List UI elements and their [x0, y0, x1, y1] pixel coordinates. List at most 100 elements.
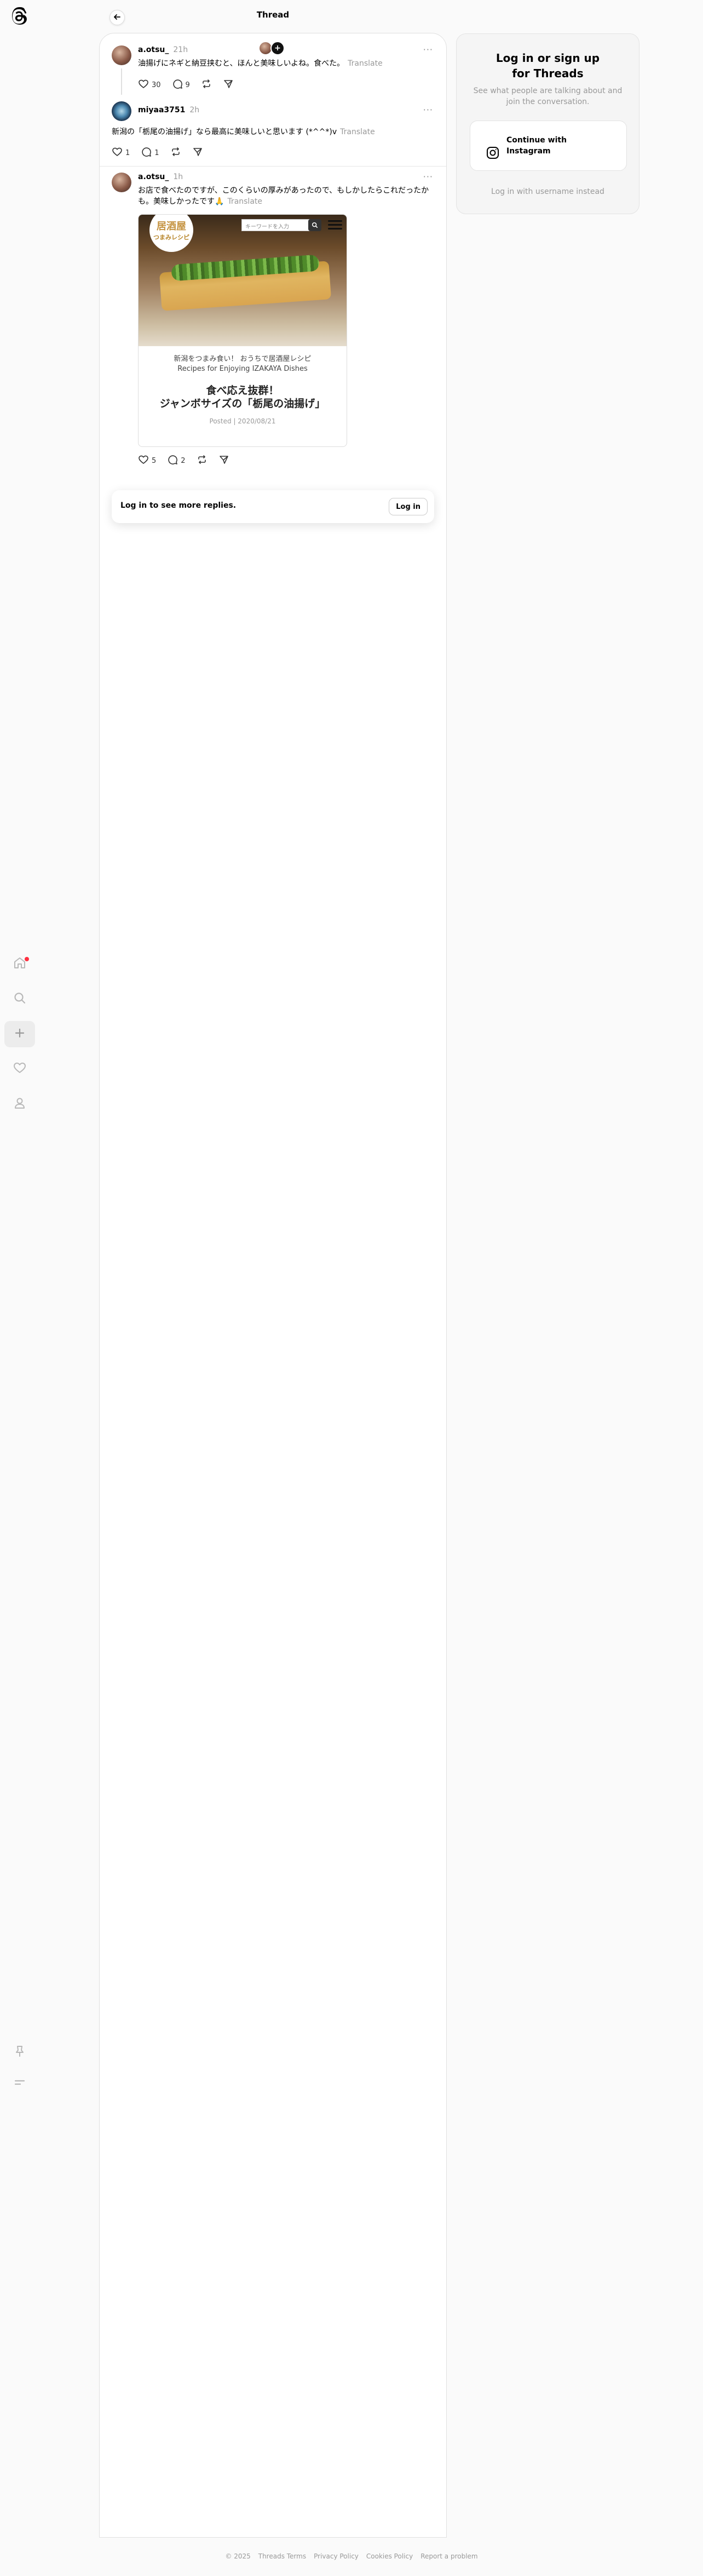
- heart-icon: [138, 78, 149, 91]
- card-title-line2: ジャンボサイズの「栃尾の油揚げ」: [159, 398, 326, 410]
- search-icon: [13, 991, 27, 1007]
- reply-button[interactable]: 1: [141, 146, 159, 159]
- link-preview-wrapper: 居酒屋 つまみレシピ キーワードを入力 新潟をつまみ食い！ おうちで居酒屋レシピ…: [100, 214, 446, 447]
- link-preview-card[interactable]: 居酒屋 つまみレシピ キーワードを入力 新潟をつまみ食い！ おうちで居酒屋レシピ…: [138, 214, 347, 447]
- post-actions: 1 1: [112, 146, 203, 159]
- page-title: Thread: [256, 10, 290, 20]
- search-icon: [308, 219, 321, 231]
- footer-privacy-link[interactable]: Privacy Policy: [314, 2552, 359, 2560]
- thread-line: [121, 68, 122, 95]
- notification-dot: [25, 957, 29, 961]
- more-options-icon[interactable]: ···: [423, 44, 433, 55]
- translate-link[interactable]: Translate: [340, 128, 375, 136]
- card-title-line1: 食べ応え抜群！: [206, 385, 279, 397]
- site-logo-text: 居酒屋: [157, 221, 186, 232]
- avatar[interactable]: [112, 45, 131, 65]
- footer-cookies-link[interactable]: Cookies Policy: [366, 2552, 413, 2560]
- person-icon: [13, 1096, 27, 1112]
- card-subtitle-en: Recipes for Enjoying IZAKAYA Dishes: [177, 365, 308, 373]
- footer-report-link[interactable]: Report a problem: [420, 2552, 477, 2560]
- timestamp: 21h: [173, 45, 188, 54]
- avatar[interactable]: [112, 101, 131, 121]
- reply-count: 2: [181, 456, 186, 465]
- instagram-button-label: Continue with Instagram: [506, 136, 567, 156]
- footer-copyright: © 2025: [225, 2552, 251, 2560]
- more-replies-banner: Log in to see more replies. Log in: [112, 490, 434, 523]
- reply-count: 9: [185, 81, 190, 89]
- post-text: 新潟の「栃尾の油揚げ」なら最高に美味しいと思います (*^^*)v Transla…: [112, 127, 430, 137]
- pin-icon: [13, 2044, 27, 2061]
- threads-logo[interactable]: [10, 7, 30, 27]
- login-title-line2: for Threads: [512, 67, 584, 80]
- site-logo-subtext: つまみレシピ: [153, 234, 189, 241]
- send-icon: [218, 454, 229, 467]
- post-body: 油揚げにネギと納豆挟むと、ほんと美味しいよね。食べた。: [138, 59, 345, 68]
- heart-icon: [112, 146, 123, 159]
- timestamp: 1h: [173, 173, 183, 181]
- repost-button[interactable]: [170, 146, 181, 159]
- menu-icon: [13, 2075, 27, 2092]
- post-author[interactable]: a.otsu_ 21h: [138, 45, 188, 54]
- username[interactable]: miyaa3751: [138, 106, 185, 114]
- repost-icon: [197, 454, 208, 467]
- footer-terms-link[interactable]: Threads Terms: [258, 2552, 306, 2560]
- card-search-input: キーワードを入力: [241, 219, 315, 231]
- nav-home[interactable]: [4, 951, 35, 977]
- login-title: Log in or sign up for Threads: [457, 50, 639, 81]
- translate-link[interactable]: Translate: [348, 59, 383, 68]
- like-count: 5: [152, 456, 157, 465]
- footer: © 2025 Threads Terms Privacy Policy Cook…: [0, 2552, 703, 2560]
- card-posted-date: Posted | 2020/08/21: [209, 417, 276, 425]
- send-icon: [223, 78, 234, 91]
- login-button[interactable]: Log in: [389, 498, 428, 515]
- login-subtitle: See what people are talking about and jo…: [473, 87, 623, 106]
- translate-link[interactable]: Translate: [227, 197, 262, 206]
- nav-menu[interactable]: [4, 2070, 35, 2097]
- like-count: 1: [125, 148, 130, 157]
- comment-icon: [172, 78, 183, 91]
- sidebar: [0, 0, 39, 2576]
- nav-activity[interactable]: [4, 1056, 35, 1082]
- continue-with-instagram-button[interactable]: Continue with Instagram: [470, 121, 627, 171]
- heart-icon: [138, 454, 149, 467]
- divider: [100, 166, 446, 167]
- share-button[interactable]: [192, 146, 203, 159]
- share-button[interactable]: [218, 454, 229, 467]
- avatar[interactable]: [112, 173, 131, 192]
- login-panel: Log in or sign up for Threads See what p…: [456, 33, 639, 214]
- like-button[interactable]: 5: [138, 454, 156, 467]
- comment-icon: [167, 454, 178, 467]
- reply-button[interactable]: 9: [172, 78, 190, 91]
- comment-icon: [141, 146, 152, 159]
- heart-icon: [13, 1061, 27, 1077]
- send-icon: [192, 146, 203, 159]
- repost-button[interactable]: [201, 78, 212, 91]
- repost-icon: [170, 146, 181, 159]
- reply-count: 1: [154, 148, 159, 157]
- repost-button[interactable]: [197, 454, 208, 467]
- add-icon[interactable]: +: [270, 41, 285, 55]
- username[interactable]: a.otsu_: [138, 45, 169, 54]
- nav-search[interactable]: [4, 986, 35, 1012]
- post-actions: 30 9: [138, 78, 234, 91]
- post-text: お店で食べたのですが、このくらいの厚みがあったので、もしかしたらこれだったかも。…: [138, 185, 430, 207]
- like-button[interactable]: 1: [112, 146, 130, 159]
- post-body: お店で食べたのですが、このくらいの厚みがあったので、もしかしたらこれだったかも。…: [138, 186, 429, 206]
- thread-column: a.otsu_ 21h ··· 油揚げにネギと納豆挟むと、ほんと美味しいよね。食べ…: [99, 33, 447, 2538]
- username[interactable]: a.otsu_: [138, 173, 169, 181]
- login-username-link[interactable]: Log in with username instead: [457, 187, 639, 196]
- post-body: 新潟の「栃尾の油揚げ」なら最高に美味しいと思います (*^^*)v: [112, 128, 337, 136]
- hamburger-icon: [328, 218, 342, 232]
- more-options-icon[interactable]: ···: [423, 171, 433, 182]
- post-author[interactable]: miyaa3751 2h: [138, 106, 199, 114]
- like-button[interactable]: 30: [138, 78, 161, 91]
- more-options-icon[interactable]: ···: [423, 105, 433, 115]
- share-button[interactable]: [223, 78, 234, 91]
- reply-button[interactable]: 2: [167, 454, 186, 467]
- nav-create[interactable]: [4, 1021, 35, 1047]
- nav-pin[interactable]: [4, 2039, 35, 2066]
- post-author[interactable]: a.otsu_ 1h: [138, 173, 183, 181]
- post-text: 油揚げにネギと納豆挟むと、ほんと美味しいよね。食べた。 Translate: [138, 58, 430, 69]
- timestamp: 2h: [189, 106, 200, 114]
- nav-profile[interactable]: [4, 1091, 35, 1117]
